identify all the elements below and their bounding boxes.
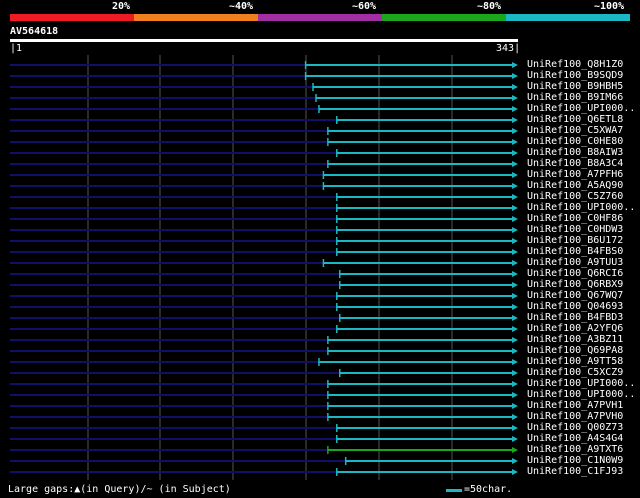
hit-label[interactable]: UniRef100_UPI000..: [527, 104, 635, 114]
hit-label[interactable]: UniRef100_Q69PA8: [527, 346, 623, 356]
hit-arrow-icon: [512, 62, 518, 68]
hit-arrow-icon: [512, 381, 518, 387]
hit-arrow-icon: [512, 172, 518, 178]
hit-arrow-icon: [512, 150, 518, 156]
hit-label[interactable]: UniRef100_UPI000..: [527, 203, 635, 213]
gaps-legend: Large gaps:▲(in Query)/~ (in Subject): [8, 484, 231, 495]
hit-label[interactable]: UniRef100_B8A3C4: [527, 159, 623, 169]
hit-label[interactable]: UniRef100_A9TT58: [527, 357, 623, 367]
hit-arrow-icon: [512, 260, 518, 266]
hit-label[interactable]: UniRef100_Q00Z73: [527, 423, 623, 433]
hit-label[interactable]: UniRef100_C0HDW3: [527, 225, 623, 235]
hit-arrow-icon: [512, 436, 518, 442]
hit-label[interactable]: UniRef100_A7PVH1: [527, 401, 623, 411]
hit-arrow-icon: [512, 469, 518, 475]
hit-arrow-icon: [512, 425, 518, 431]
query-gap-text: (in Query)/: [80, 484, 147, 495]
hit-label[interactable]: UniRef100_C5Z760: [527, 192, 623, 202]
hit-arrow-icon: [512, 458, 518, 464]
hit-arrow-icon: [512, 238, 518, 244]
hit-arrow-icon: [512, 414, 518, 420]
hit-label[interactable]: UniRef100_C1N0W9: [527, 456, 623, 466]
hit-label[interactable]: UniRef100_Q8H1Z0: [527, 60, 623, 70]
hit-label[interactable]: UniRef100_C1FJ93: [527, 467, 623, 477]
gaps-prefix: Large gaps:: [8, 484, 75, 495]
hit-label[interactable]: UniRef100_B9HBH5: [527, 82, 623, 92]
hit-arrow-icon: [512, 205, 518, 211]
hit-arrow-icon: [512, 293, 518, 299]
hit-label[interactable]: UniRef100_UPI000..: [527, 379, 635, 389]
hit-arrow-icon: [512, 249, 518, 255]
hit-label[interactable]: UniRef100_B9SQD9: [527, 71, 623, 81]
hit-label[interactable]: UniRef100_C5XCZ9: [527, 368, 623, 378]
hit-arrow-icon: [512, 271, 518, 277]
hit-label[interactable]: UniRef100_A2YFQ6: [527, 324, 623, 334]
scale-legend: =50char.: [446, 484, 512, 495]
hit-label[interactable]: UniRef100_A3BZ11: [527, 335, 623, 345]
hit-arrow-icon: [512, 337, 518, 343]
hit-arrow-icon: [512, 359, 518, 365]
scale-text: =50char.: [464, 484, 513, 495]
hit-arrow-icon: [512, 392, 518, 398]
hit-arrow-icon: [512, 106, 518, 112]
hit-label[interactable]: UniRef100_A7PVH0: [527, 412, 623, 422]
hit-label[interactable]: UniRef100_B8AIW3: [527, 148, 623, 158]
hit-label[interactable]: UniRef100_A9TUU3: [527, 258, 623, 268]
hit-arrow-icon: [512, 73, 518, 79]
hit-arrow-icon: [512, 84, 518, 90]
hit-arrow-icon: [512, 95, 518, 101]
hit-label[interactable]: UniRef100_B6U172: [527, 236, 623, 246]
hit-label[interactable]: UniRef100_A5AQ90: [527, 181, 623, 191]
hit-arrow-icon: [512, 282, 518, 288]
hit-arrow-icon: [512, 304, 518, 310]
hit-arrow-icon: [512, 183, 518, 189]
hit-arrow-icon: [512, 227, 518, 233]
hit-arrow-icon: [512, 326, 518, 332]
hit-arrow-icon: [512, 194, 518, 200]
hit-arrow-icon: [512, 161, 518, 167]
hit-label[interactable]: UniRef100_Q67WQ7: [527, 291, 623, 301]
hit-arrow-icon: [512, 139, 518, 145]
hit-label[interactable]: UniRef100_B4FBD3: [527, 313, 623, 323]
hit-arrow-icon: [512, 315, 518, 321]
hit-label[interactable]: UniRef100_B4FBS0: [527, 247, 623, 257]
hit-arrow-icon: [512, 128, 518, 134]
hit-arrow-icon: [512, 348, 518, 354]
hit-arrow-icon: [512, 117, 518, 123]
hit-label[interactable]: UniRef100_C0HF86: [527, 214, 623, 224]
hit-label[interactable]: UniRef100_Q6RCI6: [527, 269, 623, 279]
hit-arrow-icon: [512, 447, 518, 453]
hit-label[interactable]: UniRef100_A7PFH6: [527, 170, 623, 180]
subject-gap-text: (in Subject): [152, 484, 231, 495]
hit-label[interactable]: UniRef100_A9TXT6: [527, 445, 623, 455]
hit-arrow-icon: [512, 403, 518, 409]
hit-label[interactable]: UniRef100_C0HE80: [527, 137, 623, 147]
hit-label[interactable]: UniRef100_Q6ETL8: [527, 115, 623, 125]
hit-label[interactable]: UniRef100_B9IM66: [527, 93, 623, 103]
hit-label[interactable]: UniRef100_Q04693: [527, 302, 623, 312]
hit-arrow-icon: [512, 216, 518, 222]
hit-label[interactable]: UniRef100_A4S4G4: [527, 434, 623, 444]
hit-label[interactable]: UniRef100_C5XWA7: [527, 126, 623, 136]
hit-label[interactable]: UniRef100_UPI000..: [527, 390, 635, 400]
hit-bars: [10, 61, 518, 476]
hit-arrow-icon: [512, 370, 518, 376]
hit-label[interactable]: UniRef100_Q6RBX9: [527, 280, 623, 290]
